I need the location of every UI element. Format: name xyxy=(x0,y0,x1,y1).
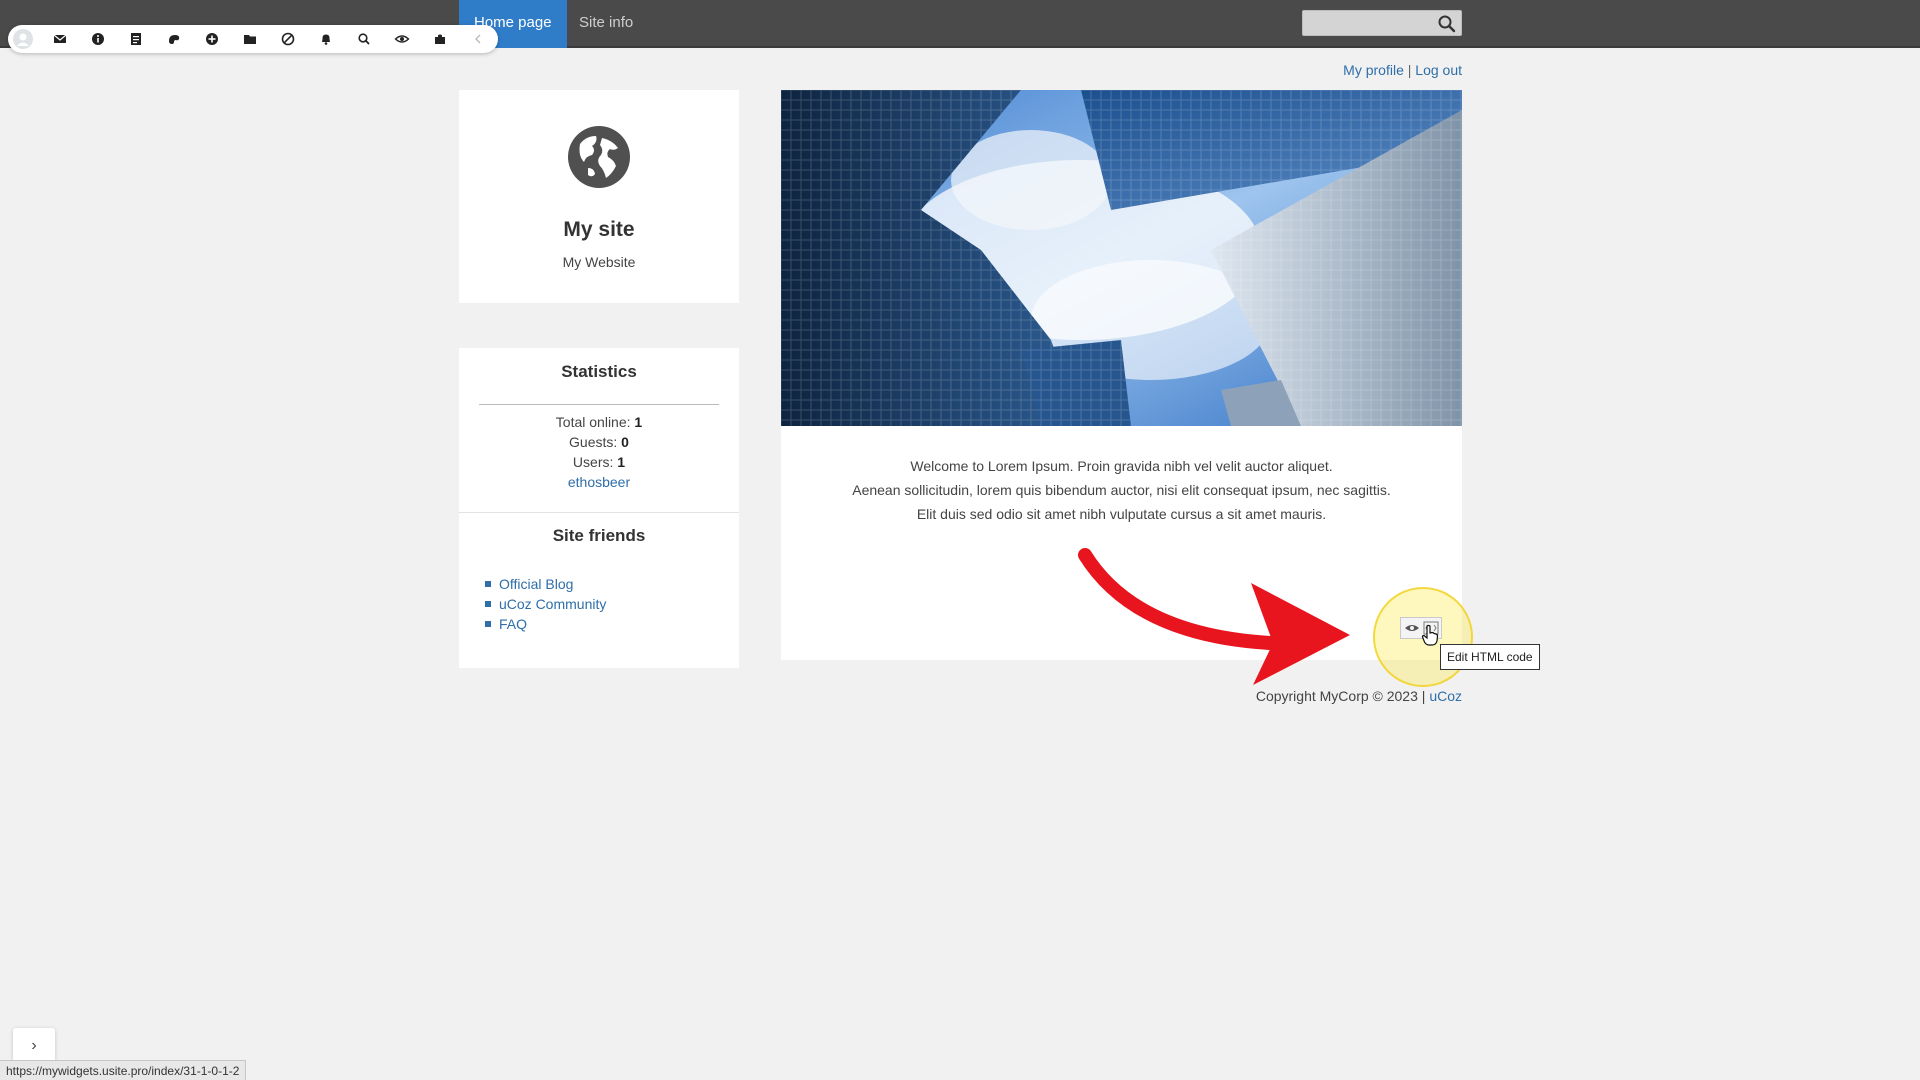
official-blog-link[interactable]: Official Blog xyxy=(499,576,573,592)
online-user-line: ethosbeer xyxy=(459,474,739,490)
statistics-card: Statistics Total online: 1 Guests: 0 Use… xyxy=(459,348,739,668)
tab-site-info[interactable]: Site info xyxy=(564,0,648,48)
link-separator: | xyxy=(1407,62,1412,78)
avatar-icon[interactable] xyxy=(13,29,33,49)
search-icon[interactable] xyxy=(356,31,372,47)
search-box xyxy=(1302,10,1462,36)
site-tagline: My Website xyxy=(562,254,636,270)
list-item: Official Blog xyxy=(485,574,606,594)
bullet xyxy=(485,581,491,587)
hero-skyscrapers-image xyxy=(781,90,1462,426)
chevron-left-icon[interactable] xyxy=(470,31,486,47)
folder-icon[interactable] xyxy=(242,31,258,47)
site-friends-title: Site friends xyxy=(552,526,646,545)
ucoz-link[interactable]: uCoz xyxy=(1429,688,1462,704)
guests-line: Guests: 0 xyxy=(459,434,739,450)
admin-toolbar xyxy=(8,25,498,53)
site-friends-list: Official Blog uCoz Community FAQ xyxy=(485,574,606,634)
red-arrow-annotation xyxy=(1078,548,1350,685)
users-label: Users: xyxy=(572,454,614,470)
faq-link[interactable]: FAQ xyxy=(499,616,527,632)
copyright-text: Copyright MyCorp © 2023 xyxy=(1255,688,1418,704)
edit-html-tooltip: Edit HTML code xyxy=(1440,644,1540,670)
search-icon[interactable] xyxy=(1437,14,1457,34)
statistics-title: Statistics xyxy=(561,362,637,381)
search-input[interactable] xyxy=(1303,11,1433,35)
total-online-line: Total online: 1 xyxy=(459,414,739,430)
log-out-link[interactable]: Log out xyxy=(1415,62,1462,78)
bullet xyxy=(485,601,491,607)
site-info-card: My site My Website xyxy=(459,90,739,303)
list-item: FAQ xyxy=(485,614,606,634)
welcome-line-1: Welcome to Lorem Ipsum. Proin gravida ni… xyxy=(910,458,1333,474)
footer-separator: | xyxy=(1421,688,1426,704)
welcome-line-2: Aenean sollicitudin, lorem quis bibendum… xyxy=(852,482,1391,498)
list-item: uCoz Community xyxy=(485,594,606,614)
info-icon[interactable] xyxy=(90,31,106,47)
welcome-line-3: Elit duis sed odio sit amet nibh vulputa… xyxy=(916,506,1327,522)
user-links: My profile | Log out xyxy=(1343,62,1462,78)
globe-icon xyxy=(566,124,632,190)
block-icon[interactable] xyxy=(280,31,296,47)
guests-value: 0 xyxy=(621,434,629,450)
expand-panel-button[interactable]: › xyxy=(13,1028,55,1064)
plus-circle-icon[interactable] xyxy=(204,31,220,47)
site-name: My site xyxy=(563,218,635,241)
users-value: 1 xyxy=(617,454,626,470)
hand-cursor-icon xyxy=(1421,624,1439,646)
bullet xyxy=(485,621,491,627)
statistics-divider xyxy=(479,404,719,405)
total-online-label: Total online: xyxy=(555,414,631,430)
puzzle-icon[interactable] xyxy=(432,31,448,47)
bell-icon[interactable] xyxy=(318,31,334,47)
my-profile-link[interactable]: My profile xyxy=(1343,62,1404,78)
eye-icon[interactable] xyxy=(394,31,410,47)
page-icon[interactable] xyxy=(128,31,144,47)
section-divider xyxy=(459,512,739,513)
online-user-link[interactable]: ethosbeer xyxy=(568,474,630,490)
users-line: Users: 1 xyxy=(459,454,739,470)
guests-label: Guests: xyxy=(569,434,618,450)
chevron-right-icon: › xyxy=(31,1037,37,1054)
ucoz-community-link[interactable]: uCoz Community xyxy=(499,596,606,612)
status-bar-url: https://mywidgets.usite.pro/index/31-1-0… xyxy=(0,1060,247,1080)
total-online-value: 1 xyxy=(634,414,643,430)
footer: Copyright MyCorp © 2023 | uCoz xyxy=(1256,688,1462,704)
eye-icon[interactable] xyxy=(1404,621,1420,635)
palette-icon[interactable] xyxy=(166,31,182,47)
mail-icon[interactable] xyxy=(52,31,68,47)
